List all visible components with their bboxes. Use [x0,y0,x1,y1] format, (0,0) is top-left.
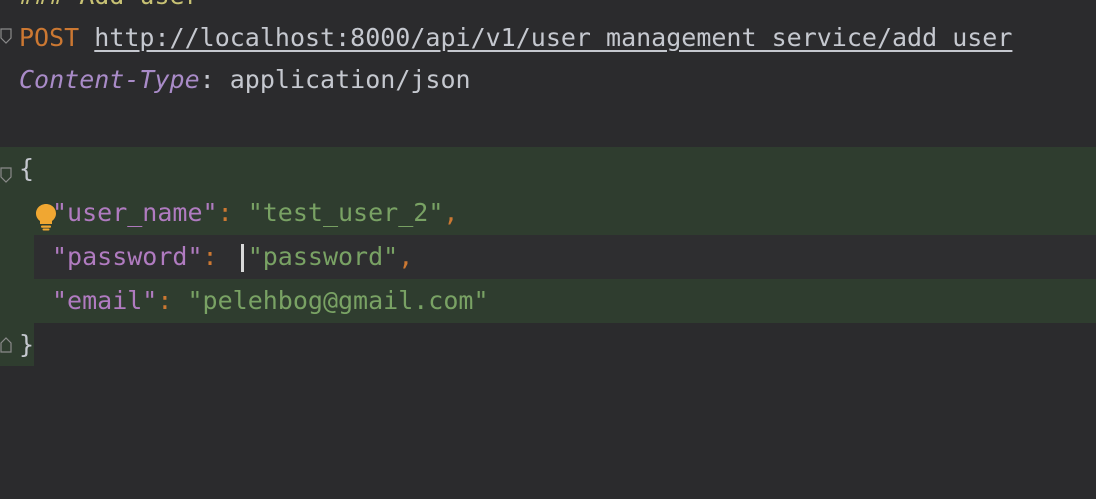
editor-line-password: "password": "password", [0,235,1096,279]
header-value: application/json [229,65,471,94]
request-url-link[interactable]: http://localhost:8000/api/v1/user_manage… [94,23,1012,52]
json-value-password: "password" [247,242,399,271]
fold-marker-icon[interactable] [0,28,12,44]
http-method: POST [19,23,80,52]
editor-line-close-brace: } [0,323,1096,367]
fold-marker-icon[interactable] [0,337,12,353]
json-colon: : [157,286,173,315]
close-brace: } [19,330,35,359]
editor-line-user-name: "user_name": "test_user_2", [0,191,1096,235]
json-key-email: "email" [52,286,158,315]
open-brace: { [19,154,35,183]
editor-line-request: POST http://localhost:8000/api/v1/user_m… [0,16,1096,60]
json-comma: , [443,198,459,227]
json-key-password: "password" [52,242,203,271]
code-editor[interactable]: ### Add user POST http://localhost:8000/… [0,0,1096,406]
json-key-user-name: "user_name" [52,198,218,227]
text-caret [241,244,244,272]
json-colon: : [217,198,233,227]
json-value-user-name: "test_user_2" [247,198,444,227]
json-value-email: "pelehbog@gmail.com" [187,286,489,315]
json-comma: , [398,242,414,271]
header-key: Content-Type [19,65,200,94]
editor-line-email: "email": "pelehbog@gmail.com" [0,279,1096,323]
editor-line-header: Content-Type: application/json [0,58,1096,102]
lightbulb-icon[interactable] [35,203,57,231]
fold-marker-icon[interactable] [0,167,12,183]
editor-line-open-brace: { [0,147,1096,191]
green-gutter-segment [0,235,34,279]
header-colon: : [199,65,215,94]
json-colon: : [202,242,218,271]
editor-line-empty [0,102,1096,146]
